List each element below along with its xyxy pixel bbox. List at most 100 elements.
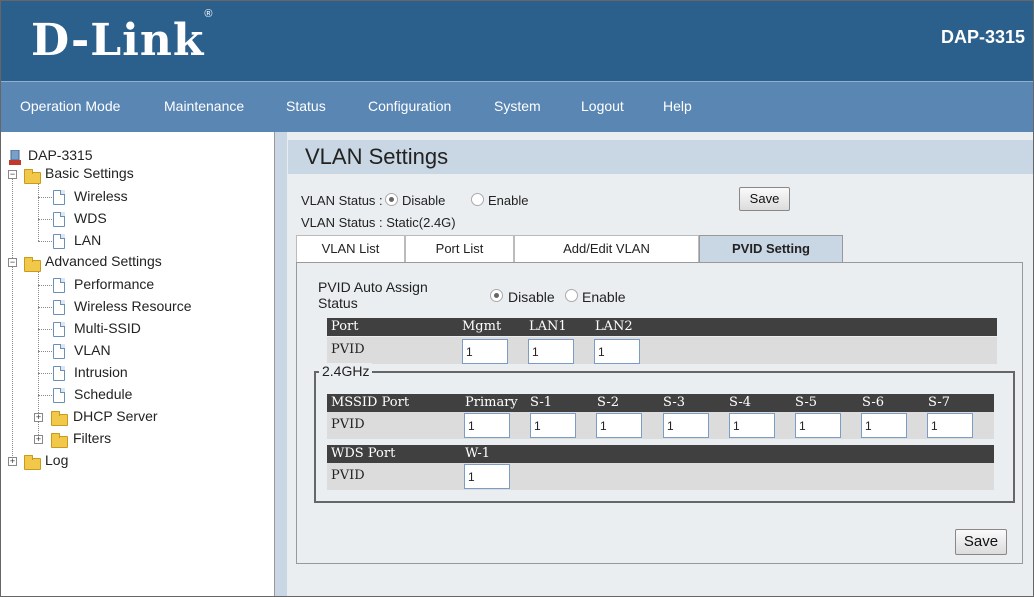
page-icon [53, 388, 65, 403]
col-s2: S-2 [597, 395, 620, 410]
nav-help[interactable]: Help [663, 98, 692, 114]
page-icon [53, 278, 65, 293]
page-icon [53, 300, 65, 315]
save-bottom-button[interactable]: Save [955, 529, 1007, 555]
col-port: Port [331, 319, 359, 334]
tree-item-performance[interactable]: Performance [74, 276, 154, 292]
nav-maintenance[interactable]: Maintenance [164, 98, 244, 114]
pvid-auto-disable-label: Disable [508, 289, 555, 305]
tree-item-schedule[interactable]: Schedule [74, 386, 132, 402]
pvid-auto-enable-radio[interactable] [565, 289, 578, 302]
page-icon [53, 190, 65, 205]
collapse-advanced-icon[interactable]: − [8, 258, 17, 267]
tree-item-intrusion[interactable]: Intrusion [74, 364, 128, 380]
pvid-mgmt-input[interactable] [462, 339, 508, 364]
port-table-header: Port Mgmt LAN1 LAN2 [327, 318, 997, 336]
pvid-s5-input[interactable] [795, 413, 841, 438]
tree-connector [38, 180, 39, 241]
page-icon [53, 344, 65, 359]
pvid-s2-input[interactable] [596, 413, 642, 438]
expand-dhcp-icon[interactable]: + [34, 413, 43, 422]
tree-log[interactable]: Log [45, 452, 68, 468]
tree-item-wireless-resource[interactable]: Wireless Resource [74, 298, 191, 314]
vlan-enable-radio[interactable] [471, 193, 484, 206]
page-icon [53, 322, 65, 337]
page-icon [53, 366, 65, 381]
mssid-table-header: MSSID Port Primary S-1 S-2 S-3 S-4 S-5 S… [327, 394, 994, 412]
folder-icon [51, 433, 68, 448]
pvid-s1-input[interactable] [530, 413, 576, 438]
folder-icon [24, 169, 41, 184]
wds-table-header: WDS Port W-1 [327, 445, 994, 463]
nav-configuration[interactable]: Configuration [368, 98, 451, 114]
dlink-logo: D-Link® [31, 8, 214, 66]
pvid-s4-input[interactable] [729, 413, 775, 438]
page-icon [53, 212, 65, 227]
tree-item-vlan[interactable]: VLAN [74, 342, 111, 358]
expand-filters-icon[interactable]: + [34, 435, 43, 444]
pvid-lan2-input[interactable] [594, 339, 640, 364]
page-icon [53, 234, 65, 249]
header-banner: D-Link® DAP-3315 [1, 1, 1033, 81]
save-top-button[interactable]: Save [739, 187, 790, 211]
pvid-label: PVID [331, 342, 365, 357]
col-lan2: LAN2 [595, 319, 633, 334]
band-legend: 2.4GHz [319, 363, 373, 379]
nav-status[interactable]: Status [286, 98, 326, 114]
pvid-auto-label-status: Status [318, 295, 358, 311]
col-s3: S-3 [663, 395, 686, 410]
vlan-disable-radio[interactable] [385, 193, 398, 206]
tree-branch [38, 351, 52, 352]
page-title: VLAN Settings [305, 144, 449, 169]
tree-root-device[interactable]: DAP-3315 [28, 147, 93, 163]
nav-operation-mode[interactable]: Operation Mode [20, 98, 120, 114]
tree-branch [38, 241, 52, 242]
tree-dhcp-server[interactable]: DHCP Server [73, 408, 158, 424]
tab-add-edit-vlan[interactable]: Add/Edit VLAN [514, 235, 699, 262]
pvid-auto-label: PVID Auto Assign [318, 279, 428, 295]
tab-port-list[interactable]: Port List [405, 235, 514, 262]
tree-item-multi-ssid[interactable]: Multi-SSID [74, 320, 141, 336]
port-pvid-row: PVID [327, 337, 997, 364]
tree-connector [12, 170, 13, 462]
tree-filters[interactable]: Filters [73, 430, 111, 446]
pvid-label: PVID [331, 468, 365, 483]
device-icon [9, 150, 21, 165]
pvid-auto-disable-radio[interactable] [490, 289, 503, 302]
page-title-bar: VLAN Settings [288, 140, 1033, 174]
tab-vlan-list[interactable]: VLAN List [296, 235, 405, 262]
col-primary: Primary [465, 395, 518, 410]
pvid-s3-input[interactable] [663, 413, 709, 438]
tree-branch [38, 197, 52, 198]
tree-advanced-settings[interactable]: Advanced Settings [45, 253, 162, 269]
vlan-enable-label: Enable [488, 193, 529, 208]
tree-item-wireless[interactable]: Wireless [74, 188, 128, 204]
col-s7: S-7 [928, 395, 951, 410]
vlan-status-label: VLAN Status : [301, 193, 383, 208]
pvid-s7-input[interactable] [927, 413, 973, 438]
folder-icon [51, 411, 68, 426]
tree-item-wds[interactable]: WDS [74, 210, 107, 226]
vlan-disable-label: Disable [402, 193, 446, 208]
sidebar-scroll-strip [275, 132, 287, 596]
wds-pvid-row: PVID [327, 463, 994, 490]
tree-branch [38, 307, 52, 308]
tree-basic-settings[interactable]: Basic Settings [45, 165, 134, 181]
nav-system[interactable]: System [494, 98, 541, 114]
model-name: DAP-3315 [940, 27, 1025, 47]
pvid-w1-input[interactable] [464, 464, 510, 489]
collapse-basic-icon[interactable]: − [8, 170, 17, 179]
col-wds-port: WDS Port [331, 446, 396, 461]
tree-item-lan[interactable]: LAN [74, 232, 101, 248]
col-mssid-port: MSSID Port [331, 395, 410, 410]
pvid-lan1-input[interactable] [528, 339, 574, 364]
nav-logout[interactable]: Logout [581, 98, 624, 114]
sidebar-tree [1, 132, 275, 596]
col-s6: S-6 [862, 395, 885, 410]
tab-pvid-setting[interactable]: PVID Setting [699, 235, 843, 262]
tree-branch [38, 219, 52, 220]
expand-log-icon[interactable]: + [8, 457, 17, 466]
pvid-primary-input[interactable] [464, 413, 510, 438]
pvid-s6-input[interactable] [861, 413, 907, 438]
pvid-auto-enable-label: Enable [582, 289, 626, 305]
